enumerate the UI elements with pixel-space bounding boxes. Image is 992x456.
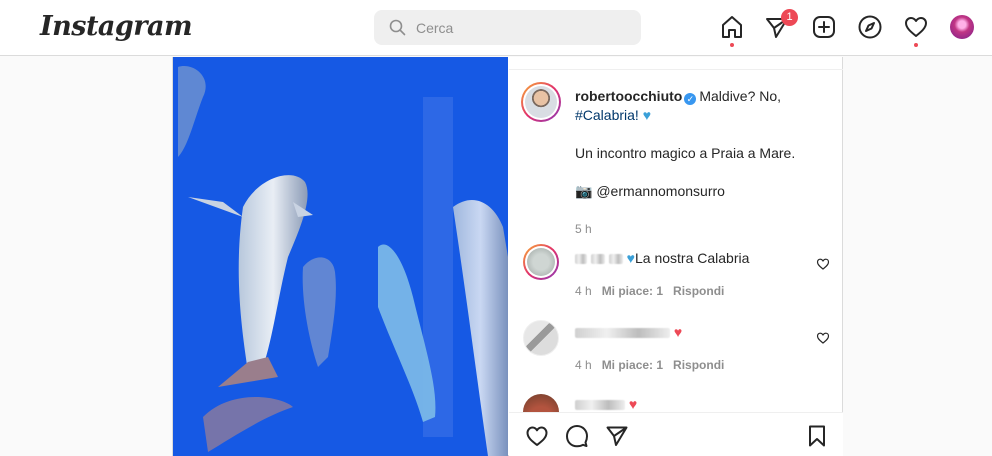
post-caption: robertoocchiuto ✓ Maldive? No, #Calabria! … [575, 87, 835, 201]
like-icon[interactable] [525, 424, 549, 448]
caption-line-2: Un incontro magico a Praia a Mare. [575, 145, 796, 161]
comment-like-icon[interactable] [816, 257, 830, 271]
activity-dot [914, 43, 918, 47]
comment-likes[interactable]: Mi piace: 1 [602, 358, 663, 372]
credit-mention[interactable]: @ermannomonsurro [596, 183, 725, 199]
reply-button[interactable]: Rispondi [673, 284, 724, 298]
top-navigation-bar: Instagram 1 [0, 0, 992, 56]
home-icon[interactable] [719, 14, 745, 40]
blurred-username [575, 254, 587, 265]
comments-section: robertoocchiuto ✓ Maldive? No, #Calabria! … [509, 69, 843, 430]
dolphins-image [173, 57, 508, 456]
instagram-logo[interactable]: Instagram [40, 11, 193, 42]
post-time: 5 h [575, 222, 592, 236]
comment-likes[interactable]: Mi piace: 1 [602, 284, 663, 298]
search-input[interactable] [416, 18, 626, 38]
comment-meta: 4 h Mi piace: 1 Rispondi [575, 358, 724, 372]
author-username[interactable]: robertoocchiuto [575, 88, 682, 104]
profile-avatar[interactable] [950, 15, 974, 39]
red-heart-emoji: ♥ [673, 324, 683, 340]
home-active-dot [730, 43, 734, 47]
comment-body: La nostra Calabria [634, 250, 750, 266]
post-actions-bar [509, 412, 843, 456]
share-icon[interactable] [605, 424, 629, 448]
comment-avatar[interactable] [523, 244, 559, 280]
comment-time: 4 h [575, 358, 592, 372]
verified-badge-icon: ✓ [684, 93, 697, 105]
caption-line-1: Maldive? No, [699, 88, 782, 104]
post-sidebar: robertoocchiuto ✓ Maldive? No, #Calabria! … [509, 57, 843, 456]
explore-icon[interactable] [857, 14, 883, 40]
hashtag-link[interactable]: #Calabria! [575, 107, 639, 123]
comment-meta: 4 h Mi piace: 1 Rispondi [575, 284, 724, 298]
blue-heart-emoji: ♥ [626, 250, 635, 266]
blurred-username [575, 400, 625, 411]
reply-button[interactable]: Rispondi [673, 358, 724, 372]
search-bar[interactable] [374, 10, 641, 45]
comment-text: ♥ [575, 396, 637, 412]
activity-icon[interactable] [903, 14, 929, 40]
search-icon [389, 19, 406, 36]
comment-avatar[interactable] [523, 320, 559, 356]
blurred-username-part [608, 254, 623, 265]
new-post-icon[interactable] [811, 14, 837, 40]
comment-text: ♥La nostra Calabria [575, 250, 749, 266]
blue-heart-emoji: ♥ [642, 107, 652, 123]
author-avatar[interactable] [521, 82, 561, 122]
comment-like-icon[interactable] [816, 331, 830, 345]
blurred-username [575, 328, 670, 339]
save-icon[interactable] [805, 424, 829, 448]
comment-icon[interactable] [565, 424, 589, 448]
direct-notification-badge: 1 [781, 9, 798, 26]
post-card: robertoocchiuto ✓ Maldive? No, #Calabria! … [172, 57, 843, 456]
camera-emoji: 📷 [575, 183, 593, 199]
post-video[interactable] [173, 57, 508, 456]
comment-text: ♥ [575, 324, 682, 340]
comment-time: 4 h [575, 284, 592, 298]
blurred-username-part [590, 254, 605, 265]
red-heart-emoji: ♥ [628, 396, 638, 412]
